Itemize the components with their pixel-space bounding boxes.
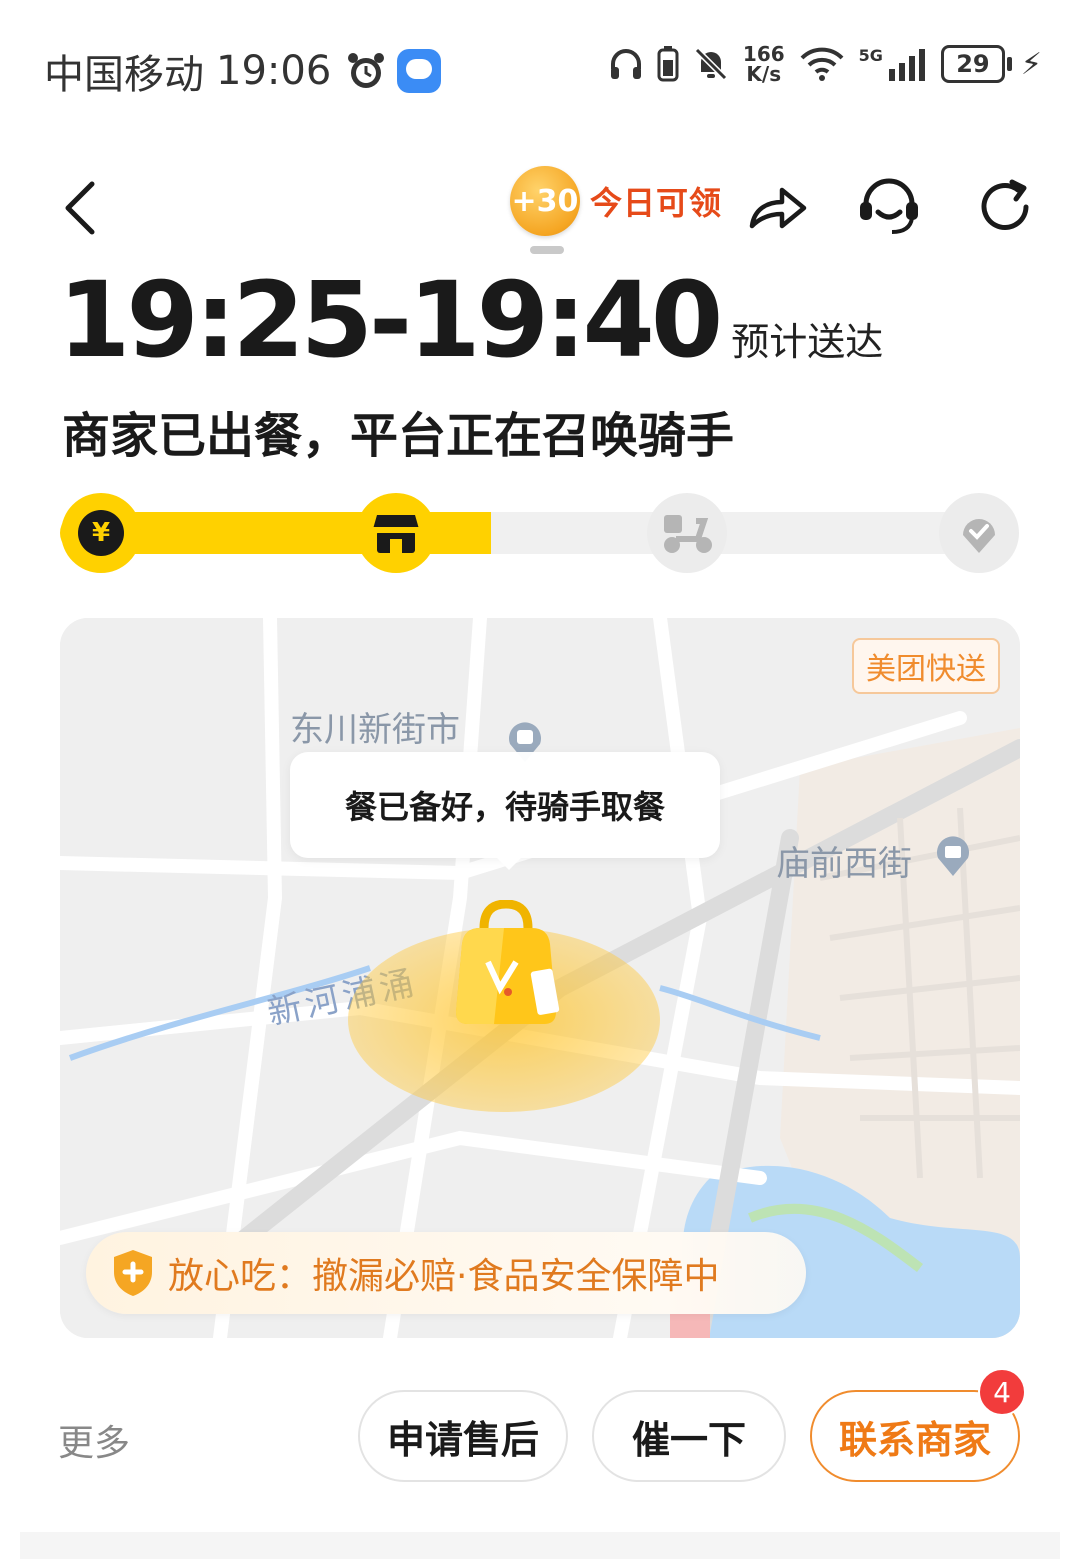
store-icon	[373, 515, 419, 553]
clock: 19:06	[216, 48, 332, 94]
safety-text: 放心吃：撤漏必赔·食品安全保障中	[168, 1256, 720, 1297]
speed-unit: K/s	[746, 62, 782, 86]
step-delivery	[647, 493, 727, 573]
shield-icon	[114, 1250, 152, 1296]
status-bubble: 餐已备好，待骑手取餐	[290, 752, 720, 870]
contact-badge: 4	[978, 1368, 1026, 1416]
check-pin-icon	[963, 519, 995, 553]
phone-battery-icon	[657, 46, 679, 82]
charging-icon: ⚡	[1020, 46, 1042, 82]
carrier-name: 中国移动	[44, 52, 204, 98]
speed-value: 166	[742, 42, 785, 66]
customer-service-icon[interactable]	[856, 174, 922, 240]
network-type: 5G	[858, 46, 883, 65]
more-button[interactable]: 更多	[58, 1414, 130, 1466]
after-sale-button[interactable]: 申请售后	[358, 1390, 568, 1482]
signal-icon	[888, 49, 925, 81]
bottom-strip	[20, 1532, 1060, 1559]
step-delivered	[939, 493, 1019, 573]
coin-shadow	[530, 246, 564, 254]
shopping-pin-icon	[937, 836, 969, 876]
food-safety-banner[interactable]: 放心吃：撤漏必赔·食品安全保障中	[86, 1232, 806, 1314]
battery-level: 29	[940, 45, 1012, 83]
eta-block: 19:25-19:40 预计送达	[58, 268, 883, 372]
daily-reward-button[interactable]: +30 今日可领	[510, 166, 722, 236]
order-status-title: 商家已出餐，平台正在召唤骑手	[62, 408, 735, 464]
delivery-map[interactable]: 美团快送 东川新街市 庙前西街 新河浦涌 餐已备好，待骑手取餐 放心吃：撤漏必赔…	[60, 618, 1020, 1338]
reward-text: 今日可领	[590, 184, 723, 222]
status-right: 166 K/s 5G 29 ⚡	[609, 44, 1042, 84]
map-place-label: 东川新街市	[290, 702, 460, 751]
status-bar: 中国移动 19:06 166 K/s 5G 29 ⚡	[0, 0, 1080, 140]
scooter-icon	[664, 515, 712, 553]
yen-icon: ¥	[78, 510, 124, 556]
alarm-icon	[348, 53, 385, 88]
mute-icon	[694, 47, 728, 81]
urge-button[interactable]: 催一下	[592, 1390, 786, 1482]
step-paid: ¥	[61, 493, 141, 573]
map-place-label: 庙前西街	[776, 836, 912, 885]
map-brand-tag: 美团快送	[852, 638, 1000, 694]
wifi-icon	[800, 47, 844, 81]
eta-time: 19:25-19:40	[58, 259, 723, 381]
back-icon[interactable]	[56, 176, 116, 240]
share-icon[interactable]	[744, 174, 810, 240]
headphones-icon	[610, 49, 641, 79]
eta-label: 预计送达	[731, 320, 884, 364]
food-bag-icon	[456, 900, 560, 1024]
network-speed: 166 K/s	[743, 44, 785, 84]
reward-coin: +30	[510, 166, 580, 236]
step-merchant	[356, 493, 436, 573]
status-left: 中国移动 19:06	[44, 42, 442, 100]
place-name: 东川新街市	[290, 710, 460, 750]
refresh-icon[interactable]	[972, 174, 1038, 240]
place-name: 庙前西街	[776, 844, 912, 884]
message-icon	[397, 49, 442, 93]
